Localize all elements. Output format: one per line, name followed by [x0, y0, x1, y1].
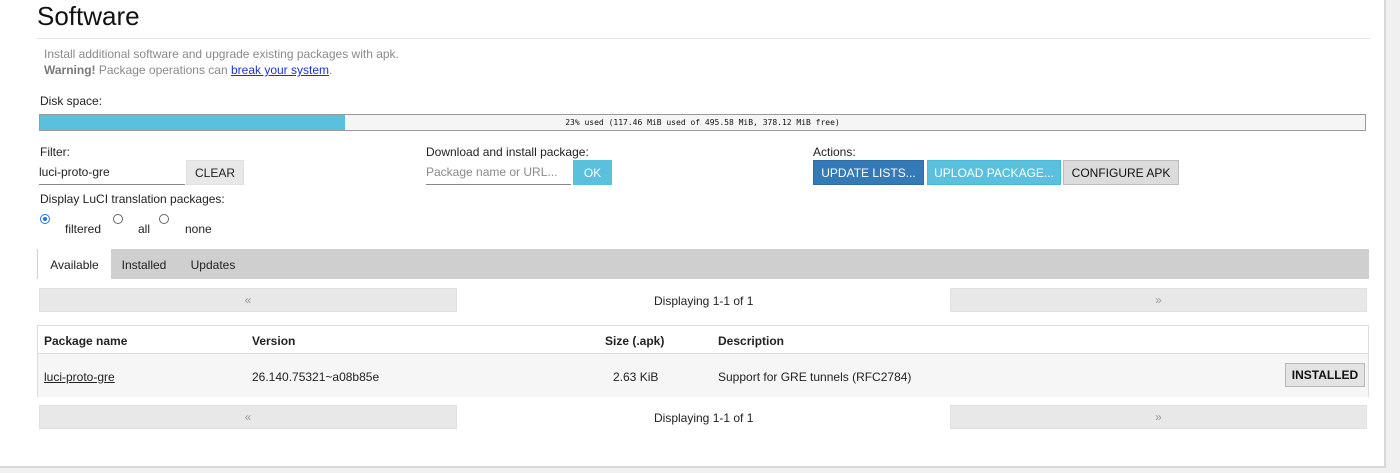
installed-button[interactable]: INSTALLED: [1285, 363, 1365, 387]
filter-label: Filter:: [40, 145, 70, 159]
clear-button[interactable]: CLEAR: [186, 160, 244, 185]
radio-all-label: all: [138, 222, 151, 236]
package-name-link[interactable]: luci-proto-gre: [44, 370, 115, 384]
filter-input[interactable]: [39, 160, 185, 185]
radio-all[interactable]: [113, 214, 123, 224]
package-size-cell: 2.63 KiB: [613, 370, 659, 384]
tab-updates[interactable]: Updates: [183, 249, 243, 279]
warning-end: .: [329, 63, 333, 77]
warning-line: Warning! Package operations can break yo…: [44, 62, 399, 78]
upload-package-button[interactable]: UPLOAD PACKAGE...: [927, 160, 1061, 185]
tab-installed[interactable]: Installed: [113, 249, 175, 279]
page-description: Install additional software and upgrade …: [44, 46, 399, 78]
radio-none[interactable]: [159, 214, 169, 224]
warning-label: Warning!: [44, 63, 96, 77]
package-table: Package name Version Size (.apk) Descrip…: [37, 325, 1369, 397]
pager-status-top: Displaying 1-1 of 1: [654, 294, 754, 308]
header-package-name: Package name: [44, 334, 128, 348]
page-title: Software: [37, 1, 140, 31]
update-lists-button[interactable]: UPDATE LISTS...: [813, 160, 924, 185]
description-text: Install additional software and upgrade …: [44, 47, 399, 61]
ok-button[interactable]: OK: [573, 160, 612, 185]
radio-filtered[interactable]: [40, 214, 50, 224]
header-size: Size (.apk): [605, 334, 665, 348]
tab-available[interactable]: Available: [38, 249, 111, 279]
disk-usage-bar: 23% used (117.46 MiB used of 495.58 MiB,…: [39, 114, 1366, 131]
radio-none-label: none: [185, 222, 212, 236]
download-label: Download and install package:: [426, 145, 589, 159]
pager-prev-button-top[interactable]: «: [39, 288, 457, 312]
package-url-input[interactable]: [426, 160, 571, 185]
package-name-cell: luci-proto-gre: [44, 370, 115, 384]
pager-status-bottom: Displaying 1-1 of 1: [654, 411, 754, 425]
warning-text: Package operations can: [95, 63, 231, 77]
disk-space-label: Disk space:: [40, 94, 103, 108]
radio-filtered-label: filtered: [65, 222, 102, 236]
software-page: Software Install additional software and…: [0, 0, 1386, 468]
pager-next-button-top[interactable]: »: [950, 288, 1367, 312]
configure-apk-button[interactable]: CONFIGURE APK: [1063, 160, 1179, 185]
table-row: luci-proto-gre 26.140.75321~a08b85e 2.63…: [38, 353, 1368, 397]
title-divider: [37, 38, 1370, 39]
pager-next-button-bottom[interactable]: »: [950, 405, 1367, 429]
pager-prev-button-bottom[interactable]: «: [39, 405, 457, 429]
translation-label: Display LuCI translation packages:: [40, 192, 225, 206]
package-tabs: Available Installed Updates: [37, 249, 1369, 279]
package-version-cell: 26.140.75321~a08b85e: [252, 370, 380, 384]
break-system-link[interactable]: break your system: [231, 63, 329, 77]
package-description-cell: Support for GRE tunnels (RFC2784): [718, 370, 912, 384]
actions-label: Actions:: [813, 145, 856, 159]
header-version: Version: [252, 334, 296, 348]
disk-usage-text: 23% used (117.46 MiB used of 495.58 MiB,…: [565, 118, 840, 127]
header-description: Description: [718, 334, 785, 348]
